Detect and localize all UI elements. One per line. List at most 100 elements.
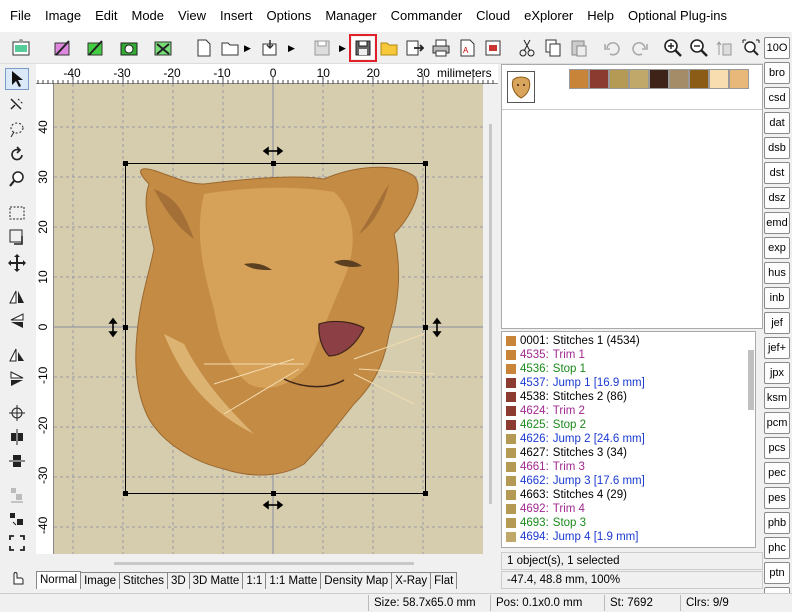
canvas-horizontal-scrollbar[interactable] (54, 554, 483, 568)
stitch-order-icon[interactable] (5, 508, 29, 530)
color-swatch[interactable] (629, 69, 649, 89)
freehand-select-icon[interactable] (5, 118, 29, 140)
copy-icon[interactable] (542, 37, 564, 59)
list-item[interactable]: 4624: Trim 2 (502, 404, 746, 418)
fullscreen-icon[interactable] (5, 532, 29, 554)
format-dst-button[interactable]: dst (764, 162, 790, 184)
format-jef-button[interactable]: jef (764, 312, 790, 334)
align-vertical-icon[interactable] (5, 450, 29, 472)
tab-normal[interactable]: Normal (36, 571, 82, 589)
format-ptn-button[interactable]: ptn (764, 562, 790, 584)
format-dsz-button[interactable]: dsz (764, 187, 790, 209)
zoom-in-icon[interactable] (662, 37, 684, 59)
zoom-out-icon[interactable] (688, 37, 710, 59)
format-hus-button[interactable]: hus (764, 262, 790, 284)
color-swatch[interactable] (709, 69, 729, 89)
pdf-icon[interactable]: A (456, 37, 478, 59)
format-phc-button[interactable]: phc (764, 537, 790, 559)
menu-manager[interactable]: Manager (318, 0, 383, 32)
format-dat-button[interactable]: dat (764, 112, 790, 134)
tab-1-1[interactable]: 1:1 (242, 572, 267, 589)
format-emd-button[interactable]: emd (764, 212, 790, 234)
magnifier-icon[interactable] (5, 168, 29, 190)
tab-density-map[interactable]: Density Map (320, 572, 393, 589)
color-swatch[interactable] (729, 69, 749, 89)
distribute-icon[interactable] (5, 484, 29, 506)
crop-icon[interactable] (5, 226, 29, 248)
format-ksm-button[interactable]: ksm (764, 387, 790, 409)
menu-view[interactable]: View (171, 0, 213, 32)
format-exp-button[interactable]: exp (764, 237, 790, 259)
horizontal-scroll-thumb[interactable] (114, 562, 414, 565)
tab-3d-matte[interactable]: 3D Matte (188, 572, 244, 589)
real-size-icon[interactable] (714, 37, 736, 59)
mirror-vertical-icon[interactable] (5, 310, 29, 332)
list-item[interactable]: 4627: Stitches 3 (34) (502, 446, 746, 460)
new-file-icon[interactable] (193, 37, 215, 59)
color-swatch[interactable] (589, 69, 609, 89)
format-jef--button[interactable]: jef+ (764, 337, 790, 359)
list-item[interactable]: 4535: Trim 1 (502, 348, 746, 362)
list-item[interactable]: 4663: Stitches 4 (29) (502, 488, 746, 502)
hand-pointer-icon[interactable] (5, 566, 29, 588)
color-swatch[interactable] (689, 69, 709, 89)
format-phb-button[interactable]: phb (764, 512, 790, 534)
export-icon[interactable] (404, 37, 426, 59)
list-item[interactable]: 4537: Jump 1 [16.9 mm] (502, 376, 746, 390)
list-item[interactable]: 4692: Trim 4 (502, 502, 746, 516)
format-10o-button[interactable]: 10O (764, 37, 790, 59)
color-swatch[interactable] (569, 69, 589, 89)
list-item[interactable]: 4625: Stop 2 (502, 418, 746, 432)
tab-image[interactable]: Image (80, 572, 121, 589)
format-dsb-button[interactable]: dsb (764, 137, 790, 159)
design-thumbnail[interactable] (507, 71, 535, 103)
list-item[interactable]: 4536: Stop 1 (502, 362, 746, 376)
open-folder-icon[interactable] (219, 37, 241, 59)
cut-icon[interactable] (516, 37, 538, 59)
menu-options[interactable]: Options (260, 0, 319, 32)
camera-icon[interactable] (118, 37, 140, 59)
list-item[interactable]: 4538: Stitches 2 (86) (502, 390, 746, 404)
list-item[interactable]: 4662: Jump 3 [17.6 mm] (502, 474, 746, 488)
list-item[interactable]: 4661: Trim 3 (502, 460, 746, 474)
format-bro-button[interactable]: bro (764, 62, 790, 84)
color-swatch[interactable] (609, 69, 629, 89)
select-arrow-icon[interactable] (5, 68, 29, 90)
tab-x-ray[interactable]: X-Ray (391, 572, 432, 589)
redo-icon[interactable] (628, 37, 650, 59)
tab-1-1-matte[interactable]: 1:1 Matte (265, 572, 322, 589)
mirror-horizontal-icon[interactable] (5, 286, 29, 308)
rect-select-icon[interactable] (5, 202, 29, 224)
color-wand-2-icon[interactable] (84, 37, 106, 59)
list-item[interactable]: 4694: Jump 4 [1.9 mm] (502, 530, 746, 544)
menu-insert[interactable]: Insert (213, 0, 260, 32)
lasso-select-icon[interactable] (5, 94, 29, 116)
move-icon[interactable] (5, 252, 29, 274)
format-pes-button[interactable]: pes (764, 487, 790, 509)
format-pec-button[interactable]: pec (764, 462, 790, 484)
menu-mode[interactable]: Mode (125, 0, 172, 32)
color-swatch[interactable] (669, 69, 689, 89)
report-icon[interactable] (482, 37, 504, 59)
print-icon[interactable] (430, 37, 452, 59)
rotate-icon[interactable] (5, 144, 29, 166)
tab-flat[interactable]: Flat (430, 572, 458, 589)
format-jpx-button[interactable]: jpx (764, 362, 790, 384)
import-icon[interactable] (259, 37, 281, 59)
tab-stitches[interactable]: Stitches (119, 572, 168, 589)
align-horizontal-icon[interactable] (5, 426, 29, 448)
menu-commander[interactable]: Commander (384, 0, 470, 32)
object-list-scroll-thumb[interactable] (748, 350, 754, 410)
format-inb-button[interactable]: inb (764, 287, 790, 309)
design-canvas[interactable] (54, 84, 483, 554)
save-to-machine-button[interactable] (349, 34, 377, 62)
menu-file[interactable]: File (3, 0, 38, 32)
save-icon[interactable] (311, 37, 333, 59)
format-pcm-button[interactable]: pcm (764, 412, 790, 434)
grid-cross-icon[interactable] (152, 37, 174, 59)
skew-horizontal-icon[interactable] (5, 344, 29, 366)
menu-explorer[interactable]: eXplorer (517, 0, 580, 32)
list-item[interactable]: 0001: Stitches 1 (4534) (502, 334, 746, 348)
tab-3d[interactable]: 3D (166, 572, 190, 589)
center-icon[interactable] (5, 402, 29, 424)
